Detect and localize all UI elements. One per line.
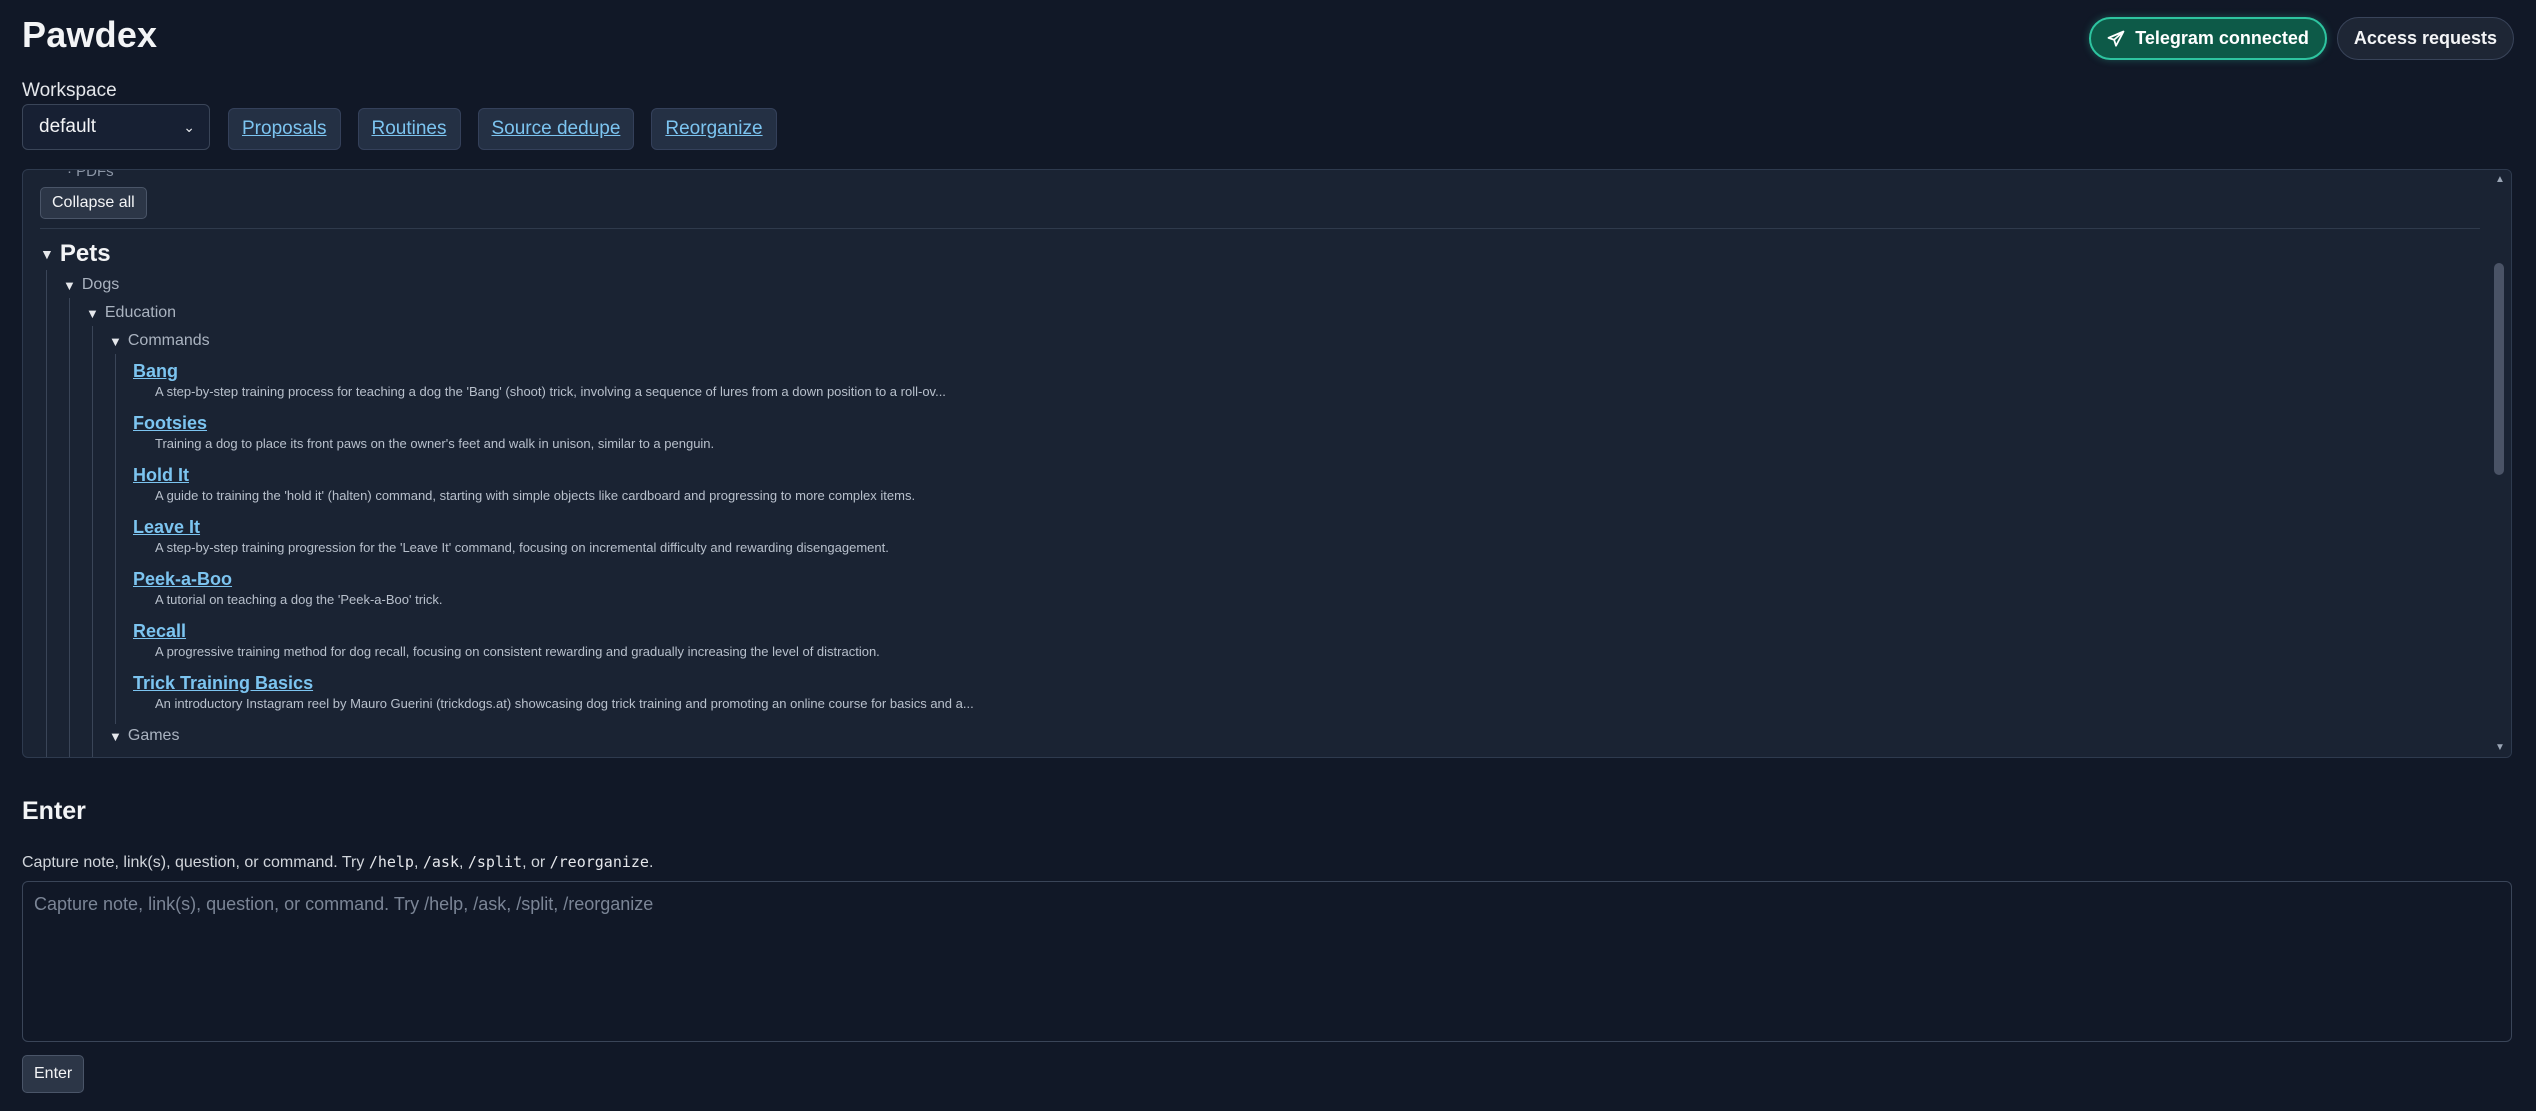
entry-link[interactable]: Peek-a-Boo [133, 568, 443, 590]
entry-item: Bang A step-by-step training process for… [133, 360, 946, 399]
command-ask: /ask [422, 853, 459, 871]
entry-description: A guide to training the 'hold it' (halte… [155, 488, 916, 503]
source-dedupe-link[interactable]: Source dedupe [477, 108, 635, 150]
telegram-status-button[interactable]: Telegram connected [2089, 17, 2327, 60]
entry-description: A tutorial on teaching a dog the 'Peek-a… [155, 592, 443, 607]
entry-item: Recall A progressive training method for… [133, 620, 880, 659]
access-requests-button[interactable]: Access requests [2336, 17, 2514, 60]
entry-item: Trick Training Basics An introductory In… [133, 672, 974, 711]
tree-guide-line [92, 326, 93, 757]
divider [40, 228, 2480, 229]
entry-link[interactable]: Recall [133, 620, 880, 642]
scrollbar-thumb[interactable] [2494, 263, 2504, 475]
entry-item: Leave It A step-by-step training progres… [133, 516, 889, 555]
tree-scrollbar[interactable]: ▲ ▼ [2489, 170, 2511, 757]
workspace-label: Workspace [22, 80, 117, 101]
tree-guide-line [69, 298, 70, 757]
entry-link[interactable]: Hold It [133, 464, 915, 486]
entry-link[interactable]: Leave It [133, 516, 889, 538]
knowledge-tree-panel[interactable]: · PDFs Collapse all ▼ Pets ▼ Dogs ▼ Educ… [22, 169, 2512, 758]
entry-description: Training a dog to place its front paws o… [155, 436, 715, 451]
capture-input[interactable] [22, 881, 2512, 1042]
tree-node-games[interactable]: ▼ Games [109, 727, 179, 745]
workspace-nav: Proposals Routines Source dedupe Reorgan… [228, 108, 777, 150]
command-reorganize: /reorganize [549, 853, 649, 871]
entry-description: An introductory Instagram reel by Mauro … [155, 696, 974, 711]
collapse-all-button[interactable]: Collapse all [40, 187, 147, 219]
entry-item: Footsies Training a dog to place its fro… [133, 412, 714, 451]
entry-link[interactable]: Bang [133, 360, 946, 382]
reorganize-link[interactable]: Reorganize [651, 108, 777, 150]
tree-guide-line [115, 354, 116, 724]
tree-node-label: Dogs [81, 276, 120, 293]
tree-node-label: Pets [59, 240, 111, 267]
entry-link[interactable]: Trick Training Basics [133, 672, 974, 694]
tree-node-label: Education [104, 304, 177, 321]
routines-link[interactable]: Routines [357, 108, 461, 150]
scroll-up-icon[interactable]: ▲ [2495, 174, 2505, 185]
tree-item-pdfs[interactable]: · PDFs [67, 170, 114, 180]
entry-item: Hold It A guide to training the 'hold it… [133, 464, 915, 503]
entry-description: A step-by-step training progression for … [155, 540, 889, 555]
enter-button[interactable]: Enter [22, 1055, 85, 1093]
command-help: /help [368, 853, 414, 871]
proposals-link[interactable]: Proposals [228, 108, 341, 150]
tree-node-pets[interactable]: ▼ Pets [40, 240, 111, 268]
telegram-status-label: Telegram connected [2135, 28, 2309, 48]
scroll-down-icon[interactable]: ▼ [2495, 742, 2505, 753]
entry-item: Peek-a-Boo A tutorial on teaching a dog … [133, 568, 443, 607]
expand-triangle-icon: ▼ [40, 246, 54, 262]
tree-node-label: Games [127, 727, 180, 744]
enter-help-text: Capture note, link(s), question, or comm… [22, 853, 654, 871]
enter-section-title: Enter [22, 797, 86, 825]
tree-node-commands[interactable]: ▼ Commands [109, 332, 210, 350]
paper-plane-icon [2107, 30, 2125, 47]
workspace-selected-value: default [39, 116, 97, 137]
workspace-select[interactable]: default ⌄ [22, 104, 210, 150]
tree-node-education[interactable]: ▼ Education [86, 304, 176, 322]
chevron-down-icon: ⌄ [183, 118, 195, 135]
entry-description: A progressive training method for dog re… [155, 644, 880, 659]
command-split: /split [467, 853, 523, 871]
expand-triangle-icon: ▼ [109, 728, 122, 744]
tree-guide-line [46, 270, 47, 757]
expand-triangle-icon: ▼ [86, 305, 99, 321]
entry-description: A step-by-step training process for teac… [155, 384, 946, 399]
header-actions: Telegram connected Access requests [2089, 17, 2514, 60]
entry-link[interactable]: Footsies [133, 412, 714, 434]
tree-node-dogs[interactable]: ▼ Dogs [63, 276, 119, 294]
expand-triangle-icon: ▼ [63, 277, 76, 293]
expand-triangle-icon: ▼ [109, 333, 122, 349]
tree-node-label: Commands [127, 332, 210, 349]
app-title: Pawdex [22, 14, 158, 55]
